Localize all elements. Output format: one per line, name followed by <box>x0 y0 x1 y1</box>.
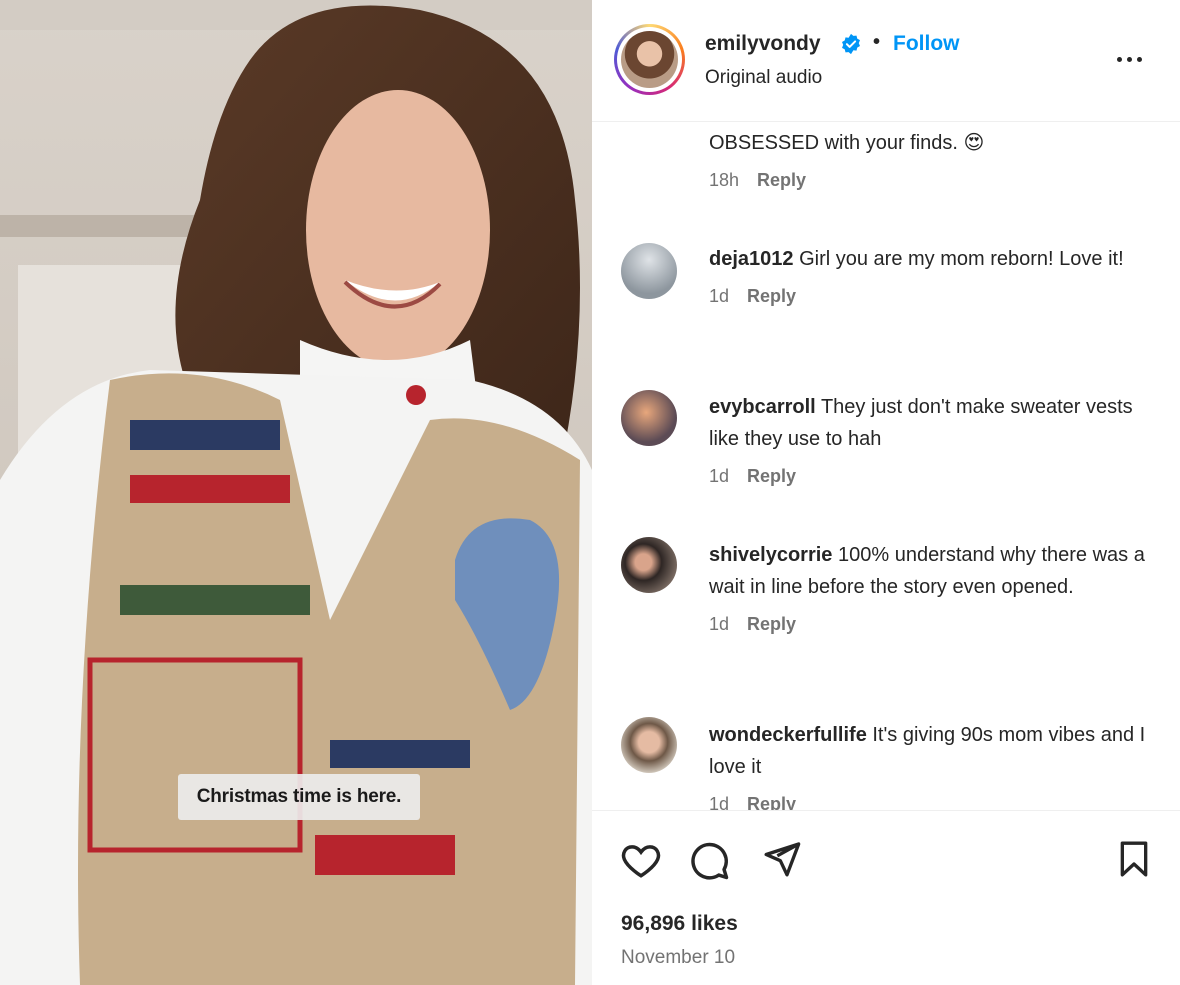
avatar[interactable] <box>621 390 677 446</box>
list-item: shivelycorrie 100% understand why there … <box>709 539 1159 635</box>
comment-icon[interactable] <box>688 839 730 881</box>
audio-label[interactable]: Original audio <box>705 67 822 89</box>
video-caption-overlay: Christmas time is here. <box>178 774 420 820</box>
author-avatar[interactable] <box>614 24 685 95</box>
reply-button[interactable]: Reply <box>757 170 806 190</box>
comment-username[interactable]: wondeckerfullife <box>709 724 867 746</box>
post-media-video[interactable]: Christmas time is here. <box>0 0 592 985</box>
author-avatar-image <box>621 31 678 88</box>
comment-age: 1d <box>709 614 730 634</box>
reply-button[interactable]: Reply <box>747 614 796 634</box>
header-separator: • <box>873 31 881 53</box>
comment-meta: 1d Reply <box>709 794 1159 810</box>
post-actions: 96,896 likes November 10 <box>592 810 1180 985</box>
post-header: emilyvondy • Follow Original audio <box>592 0 1180 122</box>
list-item: wondeckerfullife It's giving 90s mom vib… <box>709 719 1159 810</box>
list-item: evybcarroll They just don't make sweater… <box>709 391 1159 487</box>
avatar[interactable] <box>621 243 677 299</box>
list-item: OBSESSED with your finds. 😍 18h Reply <box>709 127 1159 191</box>
follow-button[interactable]: Follow <box>893 32 960 56</box>
verified-badge-icon <box>842 33 860 55</box>
comment-text: Girl you are my mom reborn! Love it! <box>799 248 1124 270</box>
video-frame <box>0 0 592 985</box>
comment-username[interactable]: deja1012 <box>709 248 794 270</box>
comments-list[interactable]: OBSESSED with your finds. 😍 18h Reply dej… <box>592 123 1180 810</box>
comment-meta: 18h Reply <box>709 170 1159 191</box>
comment-age: 18h <box>709 170 740 190</box>
comment-meta: 1d Reply <box>709 286 1159 307</box>
comment-username[interactable]: shivelycorrie <box>709 544 832 566</box>
avatar[interactable] <box>621 717 677 773</box>
comment-meta: 1d Reply <box>709 614 1159 635</box>
more-options-icon[interactable] <box>1112 40 1148 76</box>
reply-button[interactable]: Reply <box>747 794 796 810</box>
post-date: November 10 <box>621 947 736 968</box>
share-icon[interactable] <box>762 839 802 879</box>
reply-button[interactable]: Reply <box>747 286 796 306</box>
avatar[interactable] <box>621 537 677 593</box>
comment-text: OBSESSED with your finds. 😍 <box>709 132 985 154</box>
reply-button[interactable]: Reply <box>747 466 796 486</box>
comment-age: 1d <box>709 794 730 810</box>
list-item: deja1012 Girl you are my mom reborn! Lov… <box>709 243 1159 307</box>
comment-username[interactable]: evybcarroll <box>709 396 816 418</box>
bookmark-icon[interactable] <box>1114 839 1154 879</box>
heart-icon[interactable] <box>620 839 662 881</box>
comment-age: 1d <box>709 466 730 486</box>
author-username[interactable]: emilyvondy <box>705 32 821 56</box>
comment-meta: 1d Reply <box>709 466 1159 487</box>
post-side-panel: emilyvondy • Follow Original audio OBSES… <box>592 0 1180 985</box>
comment-age: 1d <box>709 286 730 306</box>
likes-count[interactable]: 96,896 likes <box>621 912 738 936</box>
